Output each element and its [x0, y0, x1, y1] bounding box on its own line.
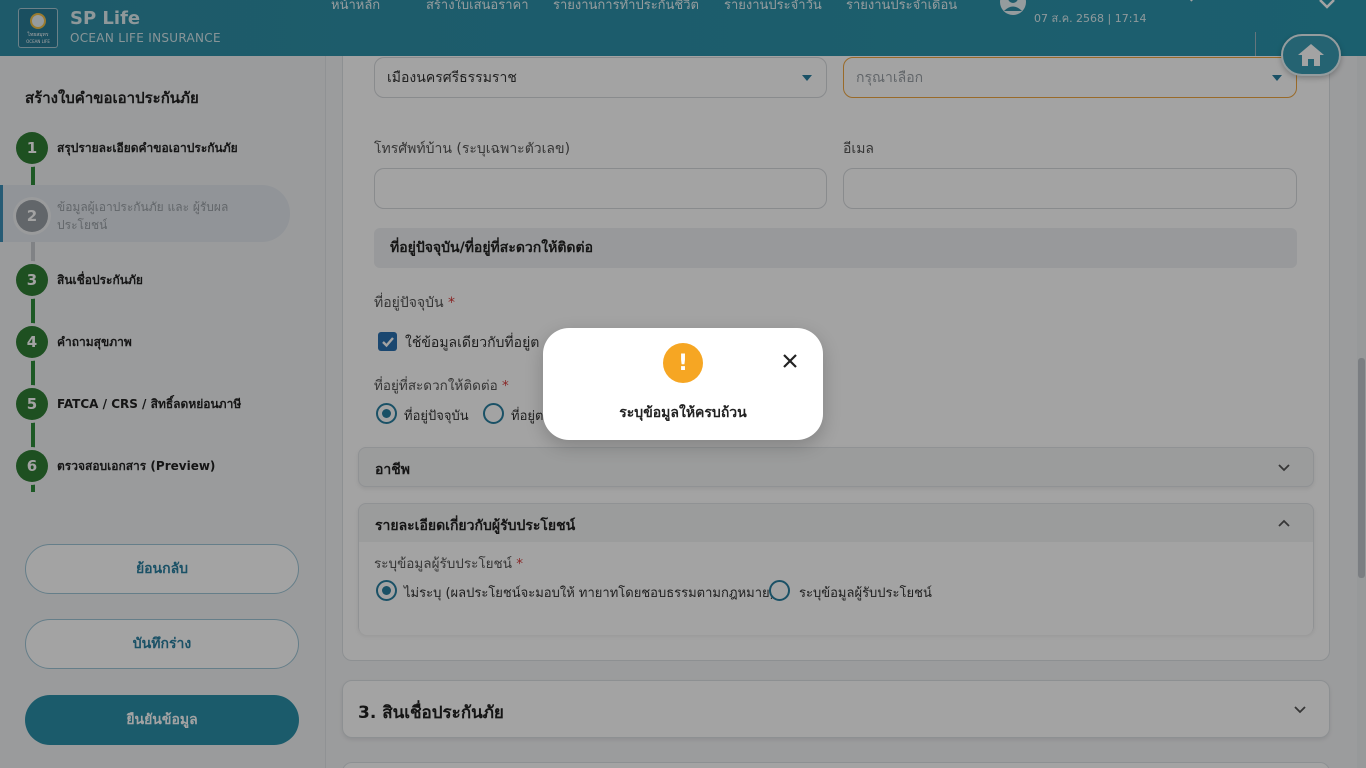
validation-alert-dialog: ! ระบุข้อมูลให้ครบถ้วน: [543, 328, 823, 440]
alert-message: ระบุข้อมูลให้ครบถ้วน: [619, 405, 747, 421]
close-icon[interactable]: [781, 352, 799, 370]
warning-icon: !: [663, 343, 703, 383]
